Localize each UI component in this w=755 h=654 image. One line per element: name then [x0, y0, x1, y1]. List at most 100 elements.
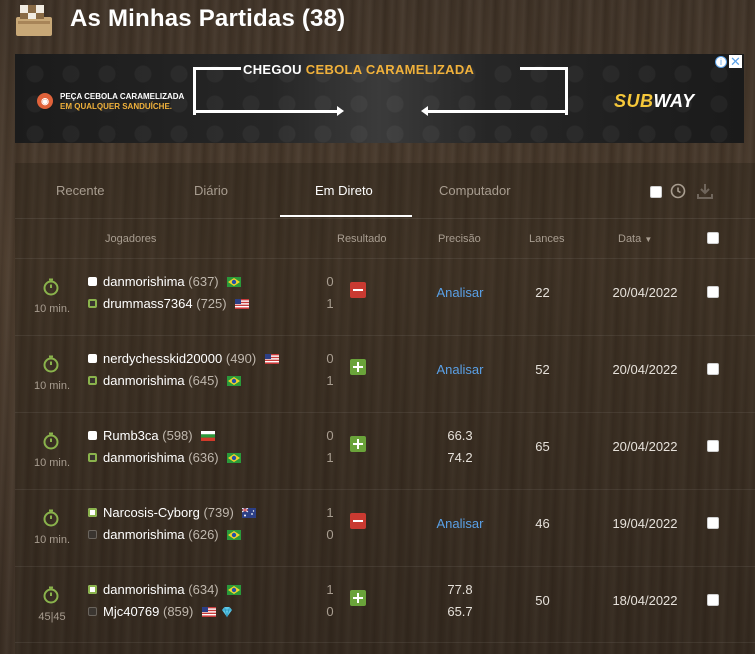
player-rating: (598) [162, 428, 193, 443]
accuracy-black[interactable]: 65.7 [415, 604, 505, 619]
white-player[interactable]: danmorishima (637) [88, 274, 242, 290]
player-name[interactable]: danmorishima [103, 373, 185, 388]
player-name[interactable]: drummass7364 [103, 296, 193, 311]
score-black: 0 [326, 604, 334, 619]
arrow-left-icon [421, 106, 568, 116]
white-player[interactable]: danmorishima (634) [88, 582, 242, 598]
select-filter-checkbox[interactable] [650, 186, 662, 198]
tab-daily[interactable]: Diário [194, 183, 228, 198]
column-players: Jogadores [105, 233, 157, 245]
black-player[interactable]: danmorishima (626) [88, 527, 242, 543]
select-all-checkbox[interactable] [707, 232, 719, 244]
tab-computer[interactable]: Computador [439, 183, 511, 198]
ad-info-icon[interactable]: i [715, 56, 727, 68]
loss-minus-icon [350, 282, 366, 298]
player-name[interactable]: nerdychesskid20000 [103, 351, 222, 366]
black-player[interactable]: drummass7364 (725) [88, 296, 250, 312]
row-checkbox[interactable] [707, 440, 719, 452]
white-piece-icon [88, 354, 97, 363]
score-white: 1 [326, 582, 334, 597]
ad-close-icon[interactable]: ✕ [729, 55, 742, 68]
arrow-right-icon [193, 106, 344, 116]
row-checkbox[interactable] [707, 517, 719, 529]
accuracy-white[interactable]: 77.8 [415, 582, 505, 597]
white-player[interactable]: Narcosis-Cyborg (739) [88, 505, 257, 521]
white-piece-icon [88, 508, 97, 517]
score-white: 0 [326, 274, 334, 289]
black-piece-icon [88, 607, 97, 616]
download-icon[interactable] [696, 183, 714, 199]
move-count: 50 [535, 593, 550, 608]
stopwatch-icon [42, 278, 60, 296]
accuracy-black[interactable]: 74.2 [415, 450, 505, 465]
white-player[interactable]: nerdychesskid20000 (490) [88, 351, 279, 367]
page-title: As Minhas Partidas (38) [70, 5, 346, 32]
ad-left-line-1: PEÇA CEBOLA CARAMELIZADA [60, 92, 185, 101]
column-date-label: Data [618, 233, 642, 245]
black-piece-icon [88, 376, 97, 385]
analyze-link[interactable]: Analisar [415, 285, 505, 300]
tab-recent[interactable]: Recente [56, 183, 104, 198]
win-plus-icon [350, 436, 366, 452]
player-name[interactable]: Mjc40769 [103, 604, 159, 619]
player-rating: (636) [188, 450, 219, 465]
clock-icon[interactable] [670, 183, 686, 199]
score-black: 0 [326, 527, 334, 542]
win-plus-icon [350, 590, 366, 606]
column-date[interactable]: Data ▼ [618, 233, 652, 245]
time-control: 10 min. [33, 380, 71, 392]
stopwatch-icon [42, 509, 60, 527]
player-rating: (859) [163, 604, 194, 619]
player-rating: (739) [203, 505, 234, 520]
advertisement-banner[interactable]: ◉ PEÇA CEBOLA CARAMELIZADA EM QUALQUER S… [15, 54, 744, 143]
page-header: As Minhas Partidas (38) [0, 0, 755, 44]
analyze-link[interactable]: Analisar [415, 362, 505, 377]
table-row[interactable]: 10 min. nerdychesskid20000 (490) danmori… [15, 335, 755, 412]
score-black: 1 [326, 373, 334, 388]
ad-brand-part-2: WAY [653, 91, 695, 111]
game-date: 20/04/2022 [612, 362, 678, 377]
bulgaria-flag-icon [201, 429, 216, 441]
player-rating: (626) [188, 527, 219, 542]
column-moves: Lances [529, 233, 565, 245]
ad-brand-logo: SUBWAY [614, 91, 695, 112]
time-control: 10 min. [33, 534, 71, 546]
player-name[interactable]: danmorishima [103, 450, 185, 465]
black-player[interactable]: danmorishima (636) [88, 450, 242, 466]
player-rating: (725) [196, 296, 227, 311]
stopwatch-icon [42, 586, 60, 604]
usa-flag-icon [201, 605, 216, 617]
table-row[interactable]: 10 min. danmorishima (637) drummass7364 … [15, 258, 755, 335]
player-name[interactable]: danmorishima [103, 582, 185, 597]
black-piece-icon [88, 299, 97, 308]
black-player[interactable]: Mjc40769 (859) [88, 604, 234, 620]
table-row[interactable]: 10 min. Rumb3ca (598) danmorishima (636)… [15, 412, 755, 489]
games-panel: Recente Diário Em Direto Computador Joga… [15, 163, 755, 654]
row-checkbox[interactable] [707, 594, 719, 606]
ad-left-copy: PEÇA CEBOLA CARAMELIZADA EM QUALQUER SAN… [60, 92, 184, 112]
score-black: 1 [326, 450, 334, 465]
row-checkbox[interactable] [707, 363, 719, 375]
player-name[interactable]: danmorishima [103, 274, 185, 289]
player-rating: (634) [188, 582, 219, 597]
table-row[interactable]: 45|45 danmorishima (634) Mjc40769 (859) … [15, 566, 755, 643]
onion-badge-icon: ◉ [37, 93, 53, 109]
brazil-flag-icon [227, 583, 242, 595]
tab-live[interactable]: Em Direto [315, 183, 373, 198]
diamond-icon [220, 606, 234, 618]
accuracy-white[interactable]: 66.3 [415, 428, 505, 443]
ad-brand-part-1: SUB [614, 91, 654, 111]
white-piece-icon [88, 585, 97, 594]
white-piece-icon [88, 431, 97, 440]
player-name[interactable]: Rumb3ca [103, 428, 159, 443]
column-result: Resultado [337, 233, 387, 245]
player-name[interactable]: danmorishima [103, 527, 185, 542]
ad-frame-top-left [193, 67, 241, 70]
player-name[interactable]: Narcosis-Cyborg [103, 505, 200, 520]
black-player[interactable]: danmorishima (645) [88, 373, 242, 389]
row-checkbox[interactable] [707, 286, 719, 298]
white-player[interactable]: Rumb3ca (598) [88, 428, 216, 444]
game-date: 20/04/2022 [612, 285, 678, 300]
analyze-link[interactable]: Analisar [415, 516, 505, 531]
table-row[interactable]: 10 min. Narcosis-Cyborg (739) danmorishi… [15, 489, 755, 566]
